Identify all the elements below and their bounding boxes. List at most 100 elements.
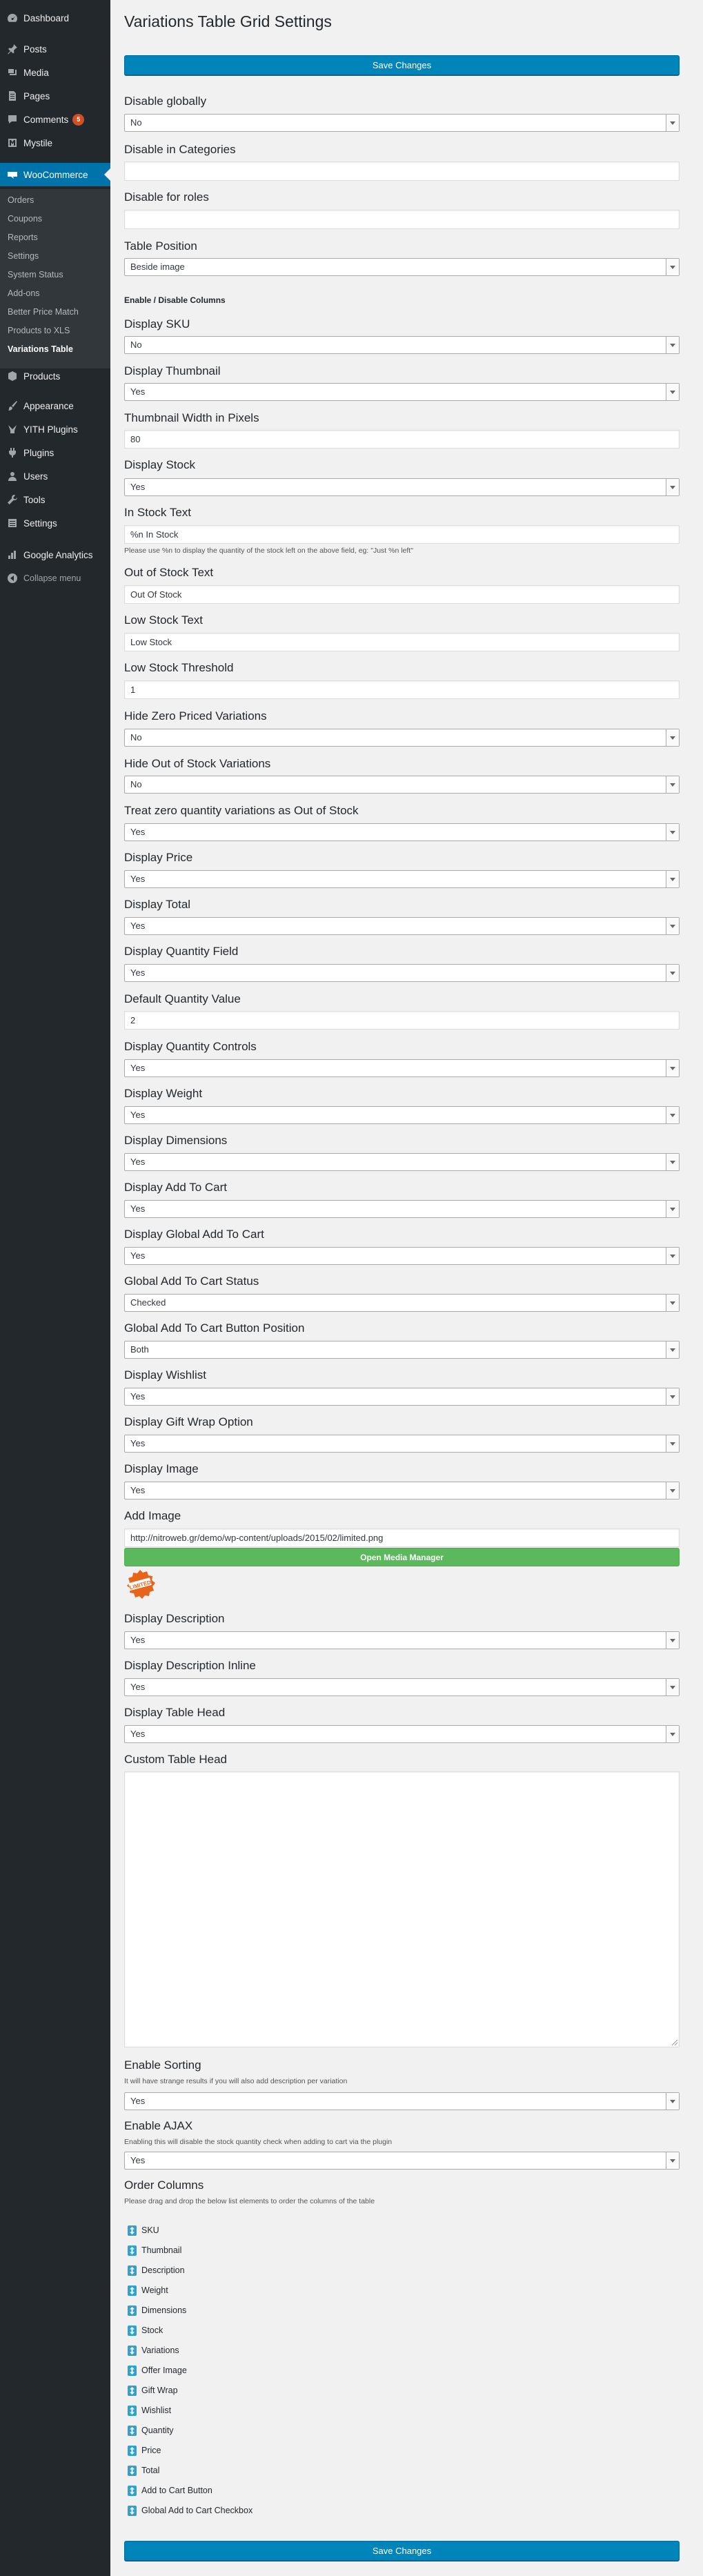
- drag-handle-icon[interactable]: [128, 2485, 137, 2496]
- drag-handle-icon[interactable]: [128, 2265, 137, 2276]
- disable-roles-field[interactable]: [124, 210, 680, 229]
- order-item-quantity[interactable]: Quantity: [128, 2422, 174, 2439]
- in-stock-text-field[interactable]: %n In Stock: [124, 525, 680, 544]
- submenu-add-ons[interactable]: Add-ons: [8, 285, 40, 302]
- menu-plugins[interactable]: Plugins: [0, 441, 110, 464]
- menu-yith-plugins[interactable]: YITH Plugins: [0, 417, 110, 441]
- submenu-variations-table[interactable]: Variations Table: [8, 341, 73, 357]
- order-item-total[interactable]: Total: [128, 2462, 159, 2479]
- disable-globally-select[interactable]: No: [124, 114, 680, 132]
- menu-users[interactable]: Users: [0, 464, 110, 488]
- enable-sorting-select[interactable]: Yes: [124, 2092, 680, 2110]
- custom-table-head-textarea[interactable]: [124, 1771, 680, 2047]
- menu-settings[interactable]: Settings: [0, 511, 110, 535]
- submenu-reports[interactable]: Reports: [8, 229, 38, 246]
- drag-handle-icon[interactable]: [128, 2245, 137, 2256]
- woocommerce-submenu: Orders Coupons Reports Settings System S…: [0, 189, 110, 368]
- display-qty-controls-select[interactable]: Yes: [124, 1059, 680, 1077]
- disable-categories-label: Disable in Categories: [124, 143, 236, 156]
- submenu-coupons[interactable]: Coupons: [8, 210, 42, 227]
- submenu-system-status[interactable]: System Status: [8, 266, 63, 283]
- order-item-stock[interactable]: Stock: [128, 2322, 163, 2339]
- display-stock-select[interactable]: Yes: [124, 478, 680, 496]
- menu-products[interactable]: Products: [0, 364, 110, 388]
- order-item-variations[interactable]: Variations: [128, 2342, 179, 2359]
- disable-categories-field[interactable]: [124, 161, 680, 181]
- display-total-select[interactable]: Yes: [124, 917, 680, 935]
- menu-comments[interactable]: Comments 5: [0, 108, 110, 131]
- display-wishlist-select[interactable]: Yes: [124, 1388, 680, 1406]
- drag-handle-icon[interactable]: [128, 2505, 137, 2516]
- display-image-select[interactable]: Yes: [124, 1482, 680, 1500]
- global-add-status-select[interactable]: Checked: [124, 1294, 680, 1312]
- menu-appearance[interactable]: Appearance: [0, 394, 110, 417]
- global-add-position-select[interactable]: Both: [124, 1341, 680, 1359]
- order-item-wishlist[interactable]: Wishlist: [128, 2402, 171, 2419]
- submenu-orders[interactable]: Orders: [8, 192, 34, 208]
- display-price-select[interactable]: Yes: [124, 870, 680, 888]
- order-item-price[interactable]: Price: [128, 2442, 161, 2459]
- drag-handle-icon[interactable]: [128, 2365, 137, 2376]
- drag-handle-icon[interactable]: [128, 2325, 137, 2336]
- order-item-weight[interactable]: Weight: [128, 2282, 168, 2299]
- menu-google-analytics[interactable]: Google Analytics: [0, 543, 110, 567]
- display-table-head-select[interactable]: Yes: [124, 1725, 680, 1743]
- order-item-add-to-cart-button[interactable]: Add to Cart Button: [128, 2482, 212, 2499]
- display-stock-label: Display Stock: [124, 458, 195, 471]
- drag-handle-icon[interactable]: [128, 2225, 137, 2236]
- menu-woocommerce[interactable]: WooCommerce: [0, 163, 110, 186]
- display-description-select[interactable]: Yes: [124, 1631, 680, 1649]
- order-item-sku[interactable]: SKU: [128, 2222, 159, 2239]
- order-item-gift-wrap[interactable]: Gift Wrap: [128, 2382, 178, 2399]
- enable-ajax-select[interactable]: Yes: [124, 2152, 680, 2170]
- order-item-offer-image[interactable]: Offer Image: [128, 2362, 187, 2379]
- chevron-down-icon: [666, 1726, 679, 1742]
- low-stock-text-field[interactable]: Low Stock: [124, 633, 680, 651]
- open-media-manager-button[interactable]: Open Media Manager: [124, 1548, 680, 1566]
- order-item-description[interactable]: Description: [128, 2262, 185, 2279]
- display-sku-select[interactable]: No: [124, 336, 680, 354]
- display-stock-value: Yes: [130, 482, 146, 492]
- drag-handle-icon[interactable]: [128, 2405, 137, 2416]
- display-desc-inline-select[interactable]: Yes: [124, 1678, 680, 1696]
- submenu-better-price-match[interactable]: Better Price Match: [8, 304, 79, 320]
- display-add-to-cart-select[interactable]: Yes: [124, 1200, 680, 1218]
- save-changes-button-top[interactable]: Save Changes: [124, 55, 680, 75]
- drag-handle-icon[interactable]: [128, 2445, 137, 2456]
- menu-posts-label: Posts: [23, 43, 47, 55]
- drag-handle-icon[interactable]: [128, 2305, 137, 2316]
- display-thumbnail-select[interactable]: Yes: [124, 383, 680, 401]
- save-changes-button-bottom[interactable]: Save Changes: [124, 2541, 680, 2561]
- hide-out-of-stock-select[interactable]: No: [124, 776, 680, 794]
- menu-posts[interactable]: Posts: [0, 37, 110, 61]
- low-stock-threshold-field[interactable]: 1: [124, 680, 680, 699]
- submenu-settings[interactable]: Settings: [8, 248, 39, 264]
- menu-pages[interactable]: Pages: [0, 84, 110, 108]
- collapse-menu-button[interactable]: Collapse menu: [0, 567, 110, 590]
- display-weight-select[interactable]: Yes: [124, 1106, 680, 1124]
- order-item-global-add-to-cart-checkbox[interactable]: Global Add to Cart Checkbox: [128, 2502, 253, 2519]
- table-position-select[interactable]: Beside image: [124, 258, 680, 276]
- display-global-add-select[interactable]: Yes: [124, 1247, 680, 1265]
- add-image-url-field[interactable]: http://nitroweb.gr/demo/wp-content/uploa…: [124, 1528, 680, 1547]
- thumb-width-field[interactable]: 80: [124, 430, 680, 449]
- menu-mystile[interactable]: Mystile: [0, 131, 110, 155]
- display-dimensions-select[interactable]: Yes: [124, 1153, 680, 1171]
- submenu-products-to-xls[interactable]: Products to XLS: [8, 322, 70, 339]
- treat-zero-qty-select[interactable]: Yes: [124, 823, 680, 841]
- drag-handle-icon[interactable]: [128, 2425, 137, 2436]
- default-qty-field[interactable]: 2: [124, 1011, 680, 1030]
- display-qty-field-select[interactable]: Yes: [124, 964, 680, 982]
- menu-media[interactable]: Media: [0, 61, 110, 84]
- drag-handle-icon[interactable]: [128, 2385, 137, 2396]
- order-item-dimensions[interactable]: Dimensions: [128, 2302, 186, 2319]
- drag-handle-icon[interactable]: [128, 2285, 137, 2296]
- menu-dashboard[interactable]: Dashboard: [0, 6, 110, 30]
- drag-handle-icon[interactable]: [128, 2345, 137, 2356]
- out-of-stock-text-field[interactable]: Out Of Stock: [124, 585, 680, 604]
- drag-handle-icon[interactable]: [128, 2465, 137, 2476]
- menu-tools[interactable]: Tools: [0, 488, 110, 511]
- display-gift-wrap-select[interactable]: Yes: [124, 1435, 680, 1453]
- hide-zero-priced-select[interactable]: No: [124, 729, 680, 747]
- order-item-thumbnail[interactable]: Thumbnail: [128, 2242, 181, 2259]
